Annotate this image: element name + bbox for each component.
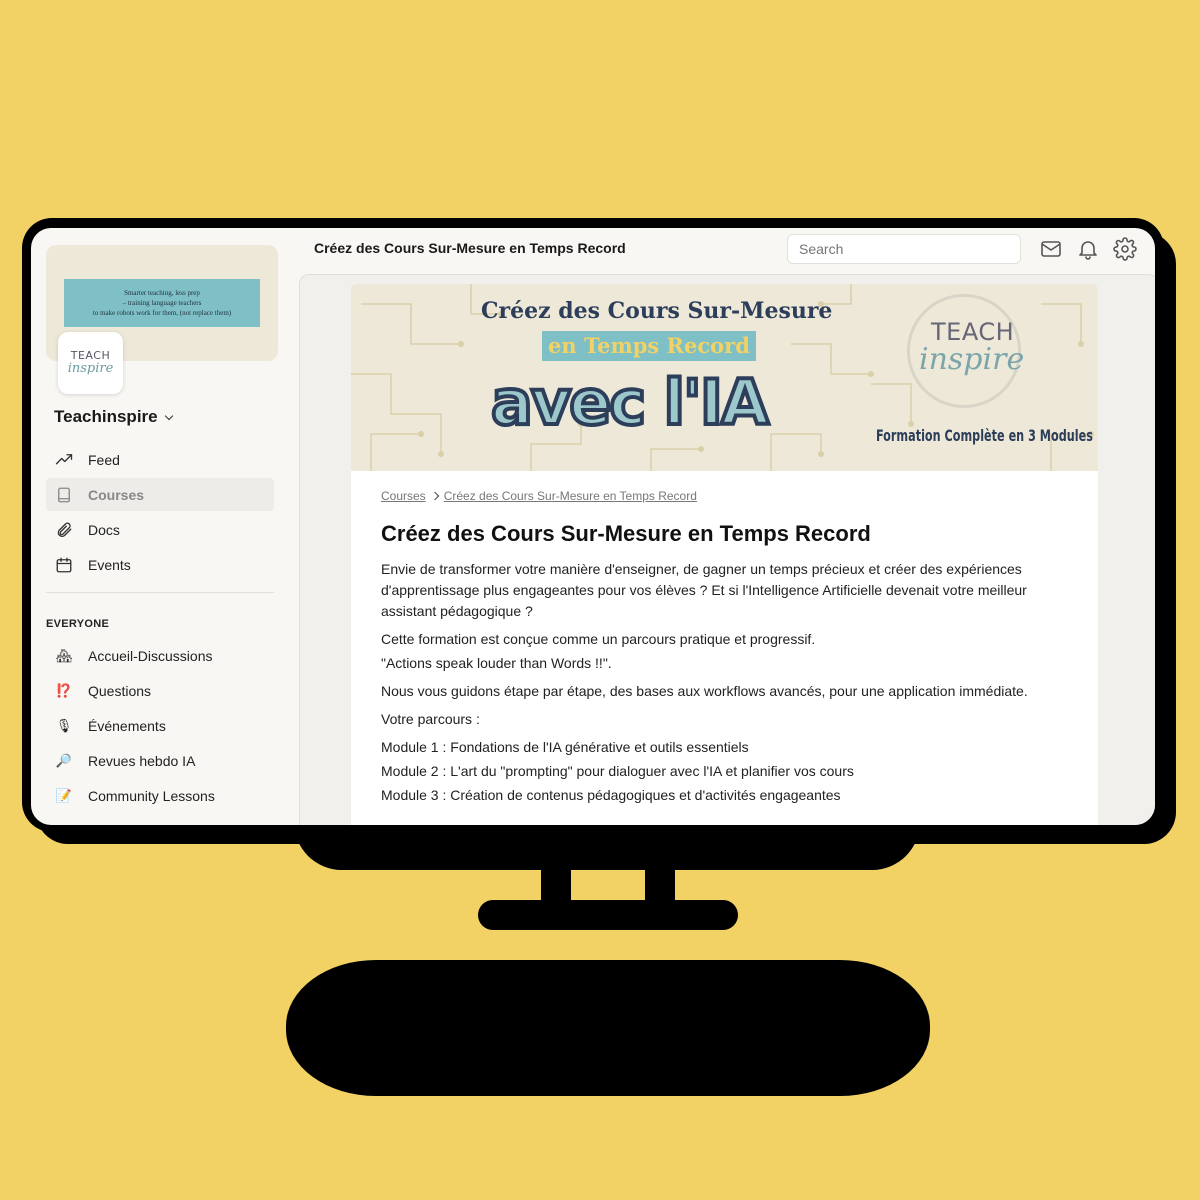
memo-icon: 📝 [55, 787, 73, 803]
breadcrumb: Courses Créez des Cours Sur-Mesure en Te… [381, 489, 1068, 503]
channel-label: Questions [88, 682, 152, 699]
chevron-down-icon [164, 411, 173, 420]
section-label-everyone: EVERYONE [46, 618, 110, 630]
mail-icon[interactable] [1039, 237, 1063, 261]
sidebar: Smarter teaching, less prep – training l… [31, 228, 289, 825]
houses-icon: 🏘 [55, 647, 73, 663]
nav-item-label: Courses [88, 486, 145, 503]
channel-list: 🏘 Accueil-Discussions ⁉️ Questions 🎙 Évé… [46, 638, 274, 813]
banner-line-2: – training language teachers [122, 299, 202, 307]
course-content: Courses Créez des Cours Sur-Mesure en Te… [351, 471, 1098, 825]
course-hero-image: Créez des Cours Sur-Mesure en Temps Reco… [351, 284, 1098, 471]
channel-label: Accueil-Discussions [88, 647, 213, 664]
nav-item-events[interactable]: Events [46, 548, 274, 581]
nav-item-label: Docs [88, 521, 120, 538]
screen: Smarter teaching, less prep – training l… [31, 228, 1155, 825]
chevron-right-icon [430, 491, 439, 501]
book-icon [54, 485, 74, 505]
hero-logo-inspire: inspire [919, 342, 1025, 377]
trending-icon [54, 450, 74, 470]
page-title: Créez des Cours Sur-Mesure en Temps Reco… [314, 240, 626, 256]
nav-item-courses[interactable]: Courses [46, 478, 274, 511]
banner-line-3: to make robots work for them, (not repla… [92, 309, 232, 317]
channel-community-lessons[interactable]: 📝 Community Lessons [46, 778, 274, 813]
format-paragraph: Cette formation est conçue comme un parc… [381, 631, 816, 647]
guide-paragraph: Nous vous guidons étape par étape, des b… [381, 683, 1028, 699]
breadcrumb-courses-link[interactable]: Courses [381, 489, 426, 503]
banner-tagline: Smarter teaching, less prep – training l… [64, 279, 260, 327]
module-item: Module 3 : Création de contenus pédagogi… [381, 787, 841, 803]
monitor-foot-bar [478, 900, 738, 930]
channel-revues-hebdo-ia[interactable]: 🔎 Revues hebdo IA [46, 743, 274, 778]
community-logo[interactable]: TEACH inspire [58, 332, 123, 394]
microphone-icon: 🎙 [55, 717, 73, 733]
logo-inspire-text: inspire [67, 361, 114, 376]
course-title: Créez des Cours Sur-Mesure en Temps Reco… [381, 521, 871, 546]
hero-title-line-1: Créez des Cours Sur-Mesure [481, 298, 833, 324]
paperclip-icon [54, 520, 74, 540]
hero-formation-text: Formation Complète en 3 Modules [876, 426, 1093, 445]
breadcrumb-current-link[interactable]: Créez des Cours Sur-Mesure en Temps Reco… [444, 489, 697, 503]
monitor-base [286, 960, 930, 1096]
channel-label: Revues hebdo IA [88, 752, 196, 769]
calendar-icon [54, 555, 74, 575]
magnifier-icon: 🔎 [55, 752, 73, 768]
search-input[interactable] [787, 234, 1021, 264]
module-item: Module 1 : Fondations de l'IA générative… [381, 739, 749, 755]
nav-item-docs[interactable]: Docs [46, 513, 274, 546]
parcours-heading: Votre parcours : [381, 711, 480, 727]
nav-item-feed[interactable]: Feed [46, 443, 274, 476]
hero-title-line-3: avec l'IA [489, 366, 771, 440]
bell-icon[interactable] [1076, 237, 1100, 261]
module-item: Module 2 : L'art du "prompting" pour dia… [381, 763, 854, 779]
banner-line-1: Smarter teaching, less prep [124, 289, 200, 297]
monitor-chin [294, 820, 920, 870]
channel-questions[interactable]: ⁉️ Questions [46, 673, 274, 708]
intro-paragraph: Envie de transformer votre manière d'ens… [381, 561, 1027, 619]
channel-evenements[interactable]: 🎙 Événements [46, 708, 274, 743]
nav-item-label: Feed [88, 451, 120, 468]
main-nav: Feed Courses Docs Events [46, 443, 274, 583]
sidebar-divider [46, 592, 274, 593]
gear-icon[interactable] [1113, 237, 1137, 261]
channel-accueil-discussions[interactable]: 🏘 Accueil-Discussions [46, 638, 274, 673]
interrobang-icon: ⁉️ [55, 682, 73, 698]
channel-label: Community Lessons [88, 787, 215, 804]
quote-paragraph: "Actions speak louder than Words !!". [381, 655, 612, 671]
community-switcher[interactable]: Teachinspire [54, 407, 173, 427]
nav-item-label: Events [88, 556, 131, 573]
community-name: Teachinspire [54, 407, 158, 426]
hero-title-line-2: en Temps Record [542, 331, 756, 361]
channel-label: Événements [88, 717, 166, 734]
